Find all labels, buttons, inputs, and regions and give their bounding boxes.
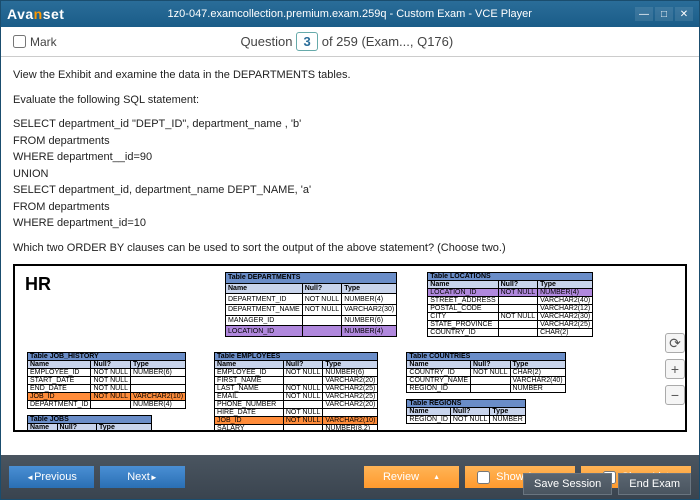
save-session-button[interactable]: Save Session (523, 473, 612, 495)
next-button[interactable]: Next (100, 466, 185, 488)
q-line: UNION (13, 166, 687, 183)
q-line: Which two ORDER BY clauses can be used t… (13, 240, 687, 257)
q-line: FROM departments (13, 133, 687, 150)
footer-wrap: Previous Next Review Show Answer Show Li… (1, 455, 699, 499)
table-job-history: Table JOB_HISTORYNameNull?TypeEMPLOYEE_I… (27, 352, 186, 409)
table-employees: Table EMPLOYEESNameNull?TypeEMPLOYEE_IDN… (214, 352, 378, 432)
table-locations: Table LOCATIONSNameNull?TypeLOCATION_IDN… (427, 272, 593, 337)
previous-button[interactable]: Previous (9, 466, 94, 488)
tables-row-1: Table DEPARTMENTSNameNull?TypeDEPARTMENT… (225, 272, 593, 337)
minimize-button[interactable]: — (635, 7, 653, 21)
q-line: View the Exhibit and examine the data in… (13, 67, 687, 84)
sql-block: SELECT department_id "DEPT_ID", departme… (13, 116, 687, 232)
close-button[interactable]: ✕ (675, 7, 693, 21)
logo: Avanset (7, 6, 64, 22)
table-departments: Table DEPARTMENTSNameNull?TypeDEPARTMENT… (225, 272, 397, 337)
q-line: SELECT department_id, department_name DE… (13, 182, 687, 199)
content-area: View the Exhibit and examine the data in… (1, 57, 699, 455)
zoom-out-button[interactable]: − (665, 385, 685, 405)
question-text: View the Exhibit and examine the data in… (13, 67, 687, 256)
col-right: Table COUNTRIESNameNull?TypeCOUNTRY_IDNO… (406, 352, 565, 432)
q-line: FROM departments (13, 199, 687, 216)
app-window: Avanset 1z0-047.examcollection.premium.e… (0, 0, 700, 500)
q-line: WHERE department_id=10 (13, 215, 687, 232)
question-number: 3 (296, 32, 317, 51)
q-line: WHERE department__id=90 (13, 149, 687, 166)
logo-mid: n (34, 6, 43, 22)
question-total: of 259 (Exam..., Q176) (322, 34, 454, 49)
question-indicator: Question 3 of 259 (Exam..., Q176) (240, 32, 453, 51)
window-title: 1z0-047.examcollection.premium.exam.259q… (64, 8, 635, 20)
window-controls: — □ ✕ (635, 7, 693, 21)
question-word: Question (240, 34, 292, 49)
table-jobs: Table JOBSNameNull?TypeJOB_IDNOT NULLVAR… (27, 415, 152, 432)
logo-post: set (43, 6, 65, 22)
end-exam-button[interactable]: End Exam (618, 473, 691, 495)
zoom-in-button[interactable]: + (665, 359, 685, 379)
maximize-button[interactable]: □ (655, 7, 673, 21)
mark-label: Mark (30, 35, 57, 49)
col-left: Table JOB_HISTORYNameNull?TypeEMPLOYEE_I… (27, 352, 186, 432)
table-countries: Table COUNTRIESNameNull?TypeCOUNTRY_IDNO… (406, 352, 565, 393)
review-button[interactable]: Review (364, 466, 459, 488)
show-answer-checkbox[interactable] (477, 471, 490, 484)
q-line: SELECT department_id "DEPT_ID", departme… (13, 116, 687, 133)
titlebar: Avanset 1z0-047.examcollection.premium.e… (1, 1, 699, 27)
tables-row-2: Table JOB_HISTORYNameNull?TypeEMPLOYEE_I… (27, 352, 566, 432)
zoom-reset-button[interactable]: ⟳ (665, 333, 685, 353)
table-regions: Table REGIONSNameNull?TypeREGION_IDNOT N… (406, 399, 525, 424)
zoom-controls: ⟳ + − (665, 333, 685, 405)
q-line: Evaluate the following SQL statement: (13, 92, 687, 109)
logo-pre: Ava (7, 6, 34, 22)
exhibit-diagram[interactable]: HR Table DEPARTMENTSNameNull?TypeDEPARTM… (13, 264, 687, 432)
footer-row2: Save Session End Exam (523, 473, 691, 495)
question-header: Mark Question 3 of 259 (Exam..., Q176) (1, 27, 699, 57)
mark-checkbox[interactable] (13, 35, 26, 48)
